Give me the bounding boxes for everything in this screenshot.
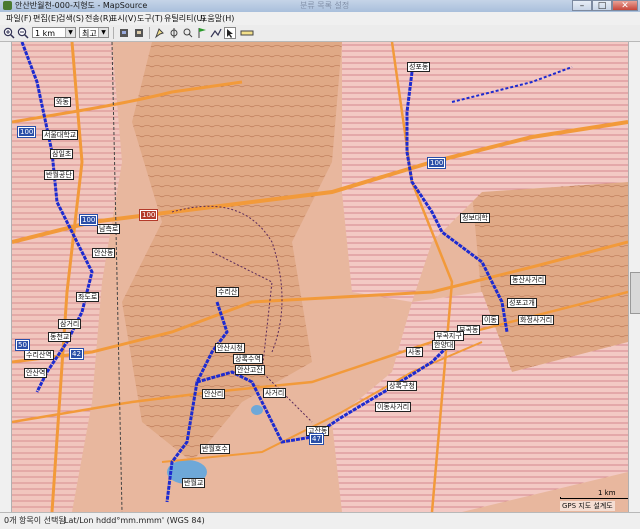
detail-level-value: 최고 xyxy=(82,29,97,38)
place-label[interactable]: 안산동 xyxy=(92,248,116,258)
place-label[interactable]: 상록구청 xyxy=(387,381,417,391)
highway-shield: 42 xyxy=(69,348,84,360)
toolbar-separator xyxy=(113,27,114,39)
place-label[interactable]: 사거리 xyxy=(263,388,287,398)
waypoint-icon[interactable] xyxy=(196,27,208,39)
select-icon[interactable] xyxy=(154,27,166,39)
window-title: 안산반월천-000-지형도 - MapSource xyxy=(15,1,148,10)
zoom-level-select[interactable]: 1 km ▼ xyxy=(32,27,76,38)
pointer-icon[interactable] xyxy=(224,27,236,39)
chevron-down-icon: ▼ xyxy=(65,28,75,37)
place-label[interactable]: 안산리 xyxy=(202,389,226,399)
highway-shield: 100 xyxy=(426,157,447,169)
scale-label: 1 km xyxy=(598,489,616,497)
left-scroll-panel[interactable] xyxy=(0,42,12,512)
place-label[interactable]: 동천교 xyxy=(48,332,72,342)
place-label[interactable]: 안산시청 xyxy=(215,343,245,353)
place-label[interactable]: 이동 xyxy=(482,315,499,325)
place-label[interactable]: 반월공단 xyxy=(44,170,74,180)
toolbar-separator xyxy=(149,27,150,39)
status-bar: 0개 항목이 선택됨 Lat/Lon hddd°mm.mmm' (WGS 84) xyxy=(0,512,640,529)
scrollbar-thumb[interactable] xyxy=(630,272,640,314)
minimize-button[interactable]: – xyxy=(572,0,592,11)
place-label[interactable]: 안산고잔 xyxy=(235,365,265,375)
menu-bar: 파일(F) 편집(E) 검색(S) 전송(R) 표시(V) 도구(T) 유틸리티… xyxy=(0,12,640,25)
detail-level-select[interactable]: 최고 ▼ xyxy=(79,27,109,38)
highway-shield: 100 xyxy=(16,126,37,138)
toolbar: 1 km ▼ 최고 ▼ xyxy=(0,25,640,42)
menu-view[interactable]: 표시(V) xyxy=(110,12,136,25)
map-view[interactable]: 성포동 와동 서울대학교 삼일초 반월공단 정보대학 남측로 동산사거리 안산동… xyxy=(12,42,628,512)
place-label[interactable]: 좌도로 xyxy=(76,292,100,302)
place-label[interactable]: 수리산 xyxy=(216,287,240,297)
send-icon[interactable] xyxy=(133,27,145,39)
place-label[interactable]: 수리산역 xyxy=(24,350,54,360)
place-label[interactable]: 반월교 xyxy=(182,478,206,488)
map-scale: 1 km xyxy=(560,490,628,499)
route-icon[interactable] xyxy=(210,27,222,39)
place-label[interactable]: 와동 xyxy=(54,97,71,107)
place-label[interactable]: 반월호수 xyxy=(200,444,230,454)
place-label[interactable]: 정보대학 xyxy=(460,213,490,223)
selection-status: 0개 항목이 선택됨 xyxy=(4,516,66,525)
place-label[interactable]: 성포고개 xyxy=(507,298,537,308)
menu-search[interactable]: 검색(S) xyxy=(58,12,84,25)
place-label[interactable]: 삼일초 xyxy=(50,149,74,159)
vertical-scrollbar[interactable] xyxy=(628,42,640,512)
place-label[interactable]: 서울대학교 xyxy=(42,130,79,140)
pond-water xyxy=(251,405,263,415)
highway-shield: 47 xyxy=(309,433,324,445)
menu-transfer[interactable]: 전송(R) xyxy=(85,12,112,25)
measure-icon[interactable] xyxy=(240,27,254,39)
app-icon xyxy=(3,1,12,10)
maximize-button[interactable]: □ xyxy=(592,0,612,11)
place-label[interactable]: 성포동 xyxy=(407,62,431,72)
zoom-in-icon[interactable] xyxy=(3,27,15,39)
place-label[interactable]: 이동사거리 xyxy=(375,402,412,412)
zoom-out-icon[interactable] xyxy=(17,27,29,39)
highway-shield: 50 xyxy=(15,339,30,351)
place-label[interactable]: 화정사거리 xyxy=(518,315,555,325)
menu-tools[interactable]: 도구(T) xyxy=(137,12,163,25)
place-label[interactable]: 동산사거리 xyxy=(510,275,547,285)
menu-edit[interactable]: 편집(E) xyxy=(33,12,59,25)
highway-shield: 100 xyxy=(78,214,99,226)
place-label[interactable]: 삼거리 xyxy=(58,319,82,329)
ghost-title: 분류 목록 설정 xyxy=(300,1,350,10)
hand-icon[interactable] xyxy=(168,27,180,39)
close-button[interactable]: ✕ xyxy=(612,0,638,11)
place-label[interactable]: 안산역 xyxy=(24,368,48,378)
menu-file[interactable]: 파일(F) xyxy=(6,12,32,25)
map-credit: GPS 지도 설계도 xyxy=(560,501,615,511)
scale-bar xyxy=(560,497,628,499)
place-label[interactable]: 상록수역 xyxy=(233,354,263,364)
place-label[interactable]: 한양대 xyxy=(432,340,456,350)
zoom-tool-icon[interactable] xyxy=(182,27,194,39)
menu-help[interactable]: 도움말(H) xyxy=(200,12,234,25)
place-label[interactable]: 사동 xyxy=(406,347,423,357)
coordinate-format: Lat/Lon hddd°mm.mmm' (WGS 84) xyxy=(64,516,205,525)
receive-icon[interactable] xyxy=(118,27,130,39)
place-label[interactable]: 남측로 xyxy=(97,224,121,234)
zoom-level-value: 1 km xyxy=(35,29,56,38)
chevron-down-icon: ▼ xyxy=(98,28,108,37)
highway-shield: 100 xyxy=(138,209,159,221)
